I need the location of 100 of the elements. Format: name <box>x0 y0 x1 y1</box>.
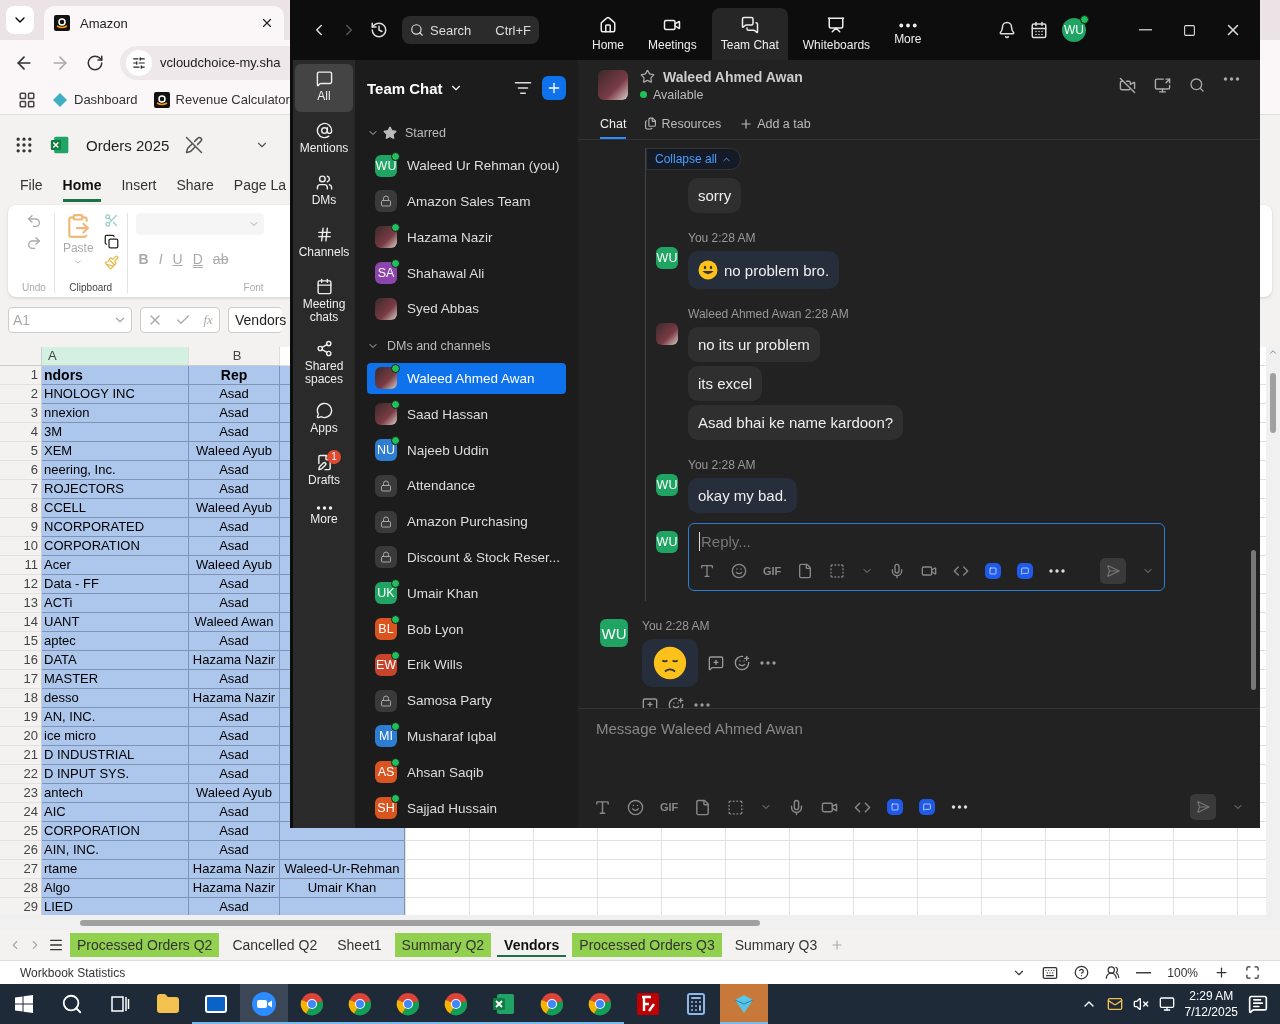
chat-list-item[interactable]: SH Sajjad Hussain <box>367 792 566 824</box>
row-header[interactable]: 3 <box>0 404 42 423</box>
nav-tab[interactable]: More <box>885 8 931 60</box>
sidebar-item[interactable]: Apps <box>295 396 353 444</box>
row-header[interactable]: 1 <box>0 366 42 385</box>
chat-list-item[interactable]: AS Ahsan Saqib <box>367 756 566 789</box>
message-field[interactable]: Message Waleed Ahmed Awan <box>594 719 1244 738</box>
send-button[interactable] <box>1100 558 1126 584</box>
row-header[interactable]: 28 <box>0 879 42 898</box>
row-header[interactable]: 9 <box>0 518 42 537</box>
sidebar-item[interactable]: More <box>295 500 353 548</box>
sheet-tab[interactable]: Processed Orders Q3 <box>572 933 722 957</box>
row-header[interactable]: 7 <box>0 480 42 499</box>
reply-field[interactable]: Reply... <box>699 532 1154 551</box>
sheet-tab[interactable]: Sheet1 <box>330 933 389 957</box>
row-header[interactable]: 11 <box>0 556 42 575</box>
conversation-tab[interactable]: Add a tab <box>739 110 811 139</box>
gif-button[interactable]: GIF <box>763 565 782 577</box>
row-header[interactable]: 6 <box>0 461 42 480</box>
chat-list-item[interactable]: SA Shahawal Ali <box>367 257 566 289</box>
nav-tab[interactable]: Team Chat <box>711 8 788 60</box>
row-header[interactable]: 14 <box>0 613 42 632</box>
nav-tab[interactable]: Meetings <box>639 8 706 60</box>
row-header[interactable]: 24 <box>0 803 42 822</box>
section-header[interactable]: Starred <box>367 116 566 150</box>
sidebar-item[interactable]: All <box>295 64 353 112</box>
browser-tab[interactable]: Amazon <box>44 6 284 40</box>
ribbon-tab[interactable]: Share <box>176 168 214 202</box>
row-header[interactable]: 10 <box>0 537 42 556</box>
chat-list-item[interactable]: UK Umair Khan <box>367 577 566 610</box>
row-header[interactable]: 12 <box>0 575 42 594</box>
chat-list-item[interactable]: Attendance <box>367 469 566 502</box>
nav-tab[interactable]: Home <box>583 8 633 60</box>
ribbon-tab[interactable]: Insert <box>121 168 157 202</box>
column-header[interactable]: A <box>42 347 189 366</box>
row-header[interactable]: 16 <box>0 651 42 670</box>
sheet-tab[interactable]: Cancelled Q2 <box>225 933 325 957</box>
send-button[interactable] <box>1190 794 1216 820</box>
sheet-tab[interactable]: Processed Orders Q2 <box>70 933 220 957</box>
sidebar-item[interactable]: Mentions <box>295 116 353 164</box>
chat-list-item[interactable]: Amazon Purchasing <box>367 505 566 538</box>
bookmark-link[interactable]: Revenue Calculator <box>153 91 290 108</box>
reply-box[interactable]: Reply... GIF <box>688 523 1165 591</box>
row-header[interactable]: 5 <box>0 442 42 461</box>
row-header[interactable]: 13 <box>0 594 42 613</box>
workbook-statistics-link[interactable]: Workbook Statistics <box>20 965 126 980</box>
tab-list-button[interactable] <box>6 6 34 34</box>
row-header[interactable]: 2 <box>0 385 42 404</box>
row-header[interactable]: 15 <box>0 632 42 651</box>
sidebar-item[interactable]: DMs <box>295 168 353 216</box>
row-header[interactable]: 18 <box>0 689 42 708</box>
new-chat-button[interactable] <box>542 76 566 100</box>
row-header[interactable]: 25 <box>0 822 42 841</box>
row-header[interactable]: 8 <box>0 499 42 518</box>
ribbon-tab[interactable]: Page La <box>233 168 286 202</box>
team-chat-menu[interactable]: Team Chat <box>367 79 463 97</box>
chat-list-item[interactable]: Saad Hassan <box>367 398 566 431</box>
chat-list-item[interactable]: Hazama Nazir <box>367 221 566 254</box>
conversation-tab[interactable]: Chat <box>600 110 627 139</box>
chat-list-item[interactable]: WU Waleed Ur Rehman (you) <box>367 149 566 182</box>
taskbar-button[interactable] <box>240 984 288 1024</box>
row-header[interactable]: 20 <box>0 727 42 746</box>
conversation-tab[interactable]: Resources <box>644 110 722 139</box>
ribbon-tab[interactable]: File <box>20 168 43 202</box>
bookmark-link[interactable]: Dashboard <box>52 91 138 108</box>
chat-list-item[interactable]: Syed Abbas <box>367 292 566 325</box>
row-header[interactable]: 29 <box>0 898 42 915</box>
nav-tab[interactable]: Whiteboards <box>793 8 880 60</box>
row-header[interactable]: 19 <box>0 708 42 727</box>
column-header[interactable]: B <box>189 347 280 366</box>
chat-list-item[interactable]: NU Najeeb Uddin <box>367 434 566 466</box>
row-header[interactable]: 26 <box>0 841 42 860</box>
clock[interactable]: 2:29 AM 7/12/2025 <box>1184 988 1238 1020</box>
sidebar-item[interactable]: Meeting chats <box>295 272 353 330</box>
ribbon-tab[interactable]: Home <box>62 168 102 202</box>
sidebar-item[interactable]: Channels <box>295 220 353 268</box>
chat-list-item[interactable]: Discount & Stock Reser... <box>367 541 566 574</box>
row-header[interactable]: 4 <box>0 423 42 442</box>
section-header[interactable]: DMs and channels <box>367 328 566 363</box>
search-field[interactable]: Search Ctrl+F <box>402 16 539 44</box>
row-header[interactable]: 23 <box>0 784 42 803</box>
chat-list-item[interactable]: Waleed Ahmed Awan <box>367 362 566 395</box>
row-header[interactable]: 22 <box>0 765 42 784</box>
sidebar-item[interactable]: Shared spaces <box>295 334 353 392</box>
chat-list-item[interactable]: BL Bob Lyon <box>367 613 566 645</box>
row-header[interactable]: 17 <box>0 670 42 689</box>
font-field[interactable] <box>135 213 264 235</box>
sheet-tab[interactable]: Summary Q2 <box>394 933 492 957</box>
gif-button[interactable]: GIF <box>660 801 679 813</box>
chat-list-item[interactable]: MI Musharaf Iqbal <box>367 720 566 753</box>
chat-list-item[interactable]: Amazon Sales Team <box>367 185 566 218</box>
chat-list-item[interactable]: EW Erik Wills <box>367 648 566 681</box>
chat-list-item[interactable]: Samosa Party <box>367 684 566 717</box>
row-header[interactable]: 27 <box>0 860 42 879</box>
collapse-all-button[interactable]: Collapse all <box>646 148 742 170</box>
row-header[interactable]: 21 <box>0 746 42 765</box>
sidebar-item[interactable]: Drafts 1 <box>295 448 353 496</box>
sheet-tab[interactable]: Vendors <box>497 933 567 957</box>
address-bar[interactable]: vcloudchoice-my.sha <box>120 45 292 80</box>
workbook-title[interactable]: Orders 2025 <box>86 136 170 154</box>
